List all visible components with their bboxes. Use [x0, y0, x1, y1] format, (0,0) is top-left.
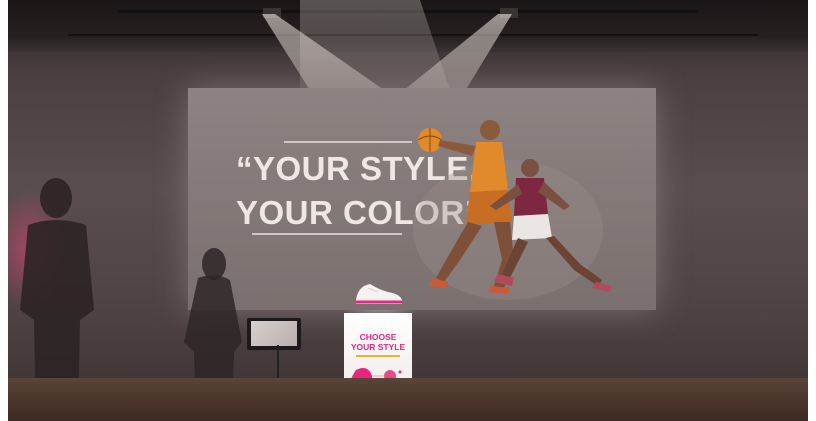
spotlight-fixture-right — [500, 8, 518, 18]
pedestal-underline — [356, 355, 400, 357]
ceiling — [8, 0, 808, 52]
pedestal-title-line-2: YOUR STYLE — [350, 342, 406, 352]
image-border-left — [0, 0, 8, 421]
wooden-floor — [8, 378, 808, 421]
exhibition-room: “YOUR STYLE, YOUR COLOR” CHOOSE YOUR STY… — [0, 0, 816, 421]
ceiling-rails — [68, 8, 758, 36]
basketball-players-image — [413, 120, 612, 300]
spotlight-fixture-left — [263, 8, 281, 18]
tablet-screen[interactable] — [251, 321, 297, 346]
headline-rule-top — [284, 141, 412, 143]
headline-rule-bottom — [252, 233, 402, 235]
image-border-right — [808, 0, 816, 421]
pedestal-title-line-1: CHOOSE — [359, 332, 397, 342]
sneaker-icon — [356, 284, 402, 304]
